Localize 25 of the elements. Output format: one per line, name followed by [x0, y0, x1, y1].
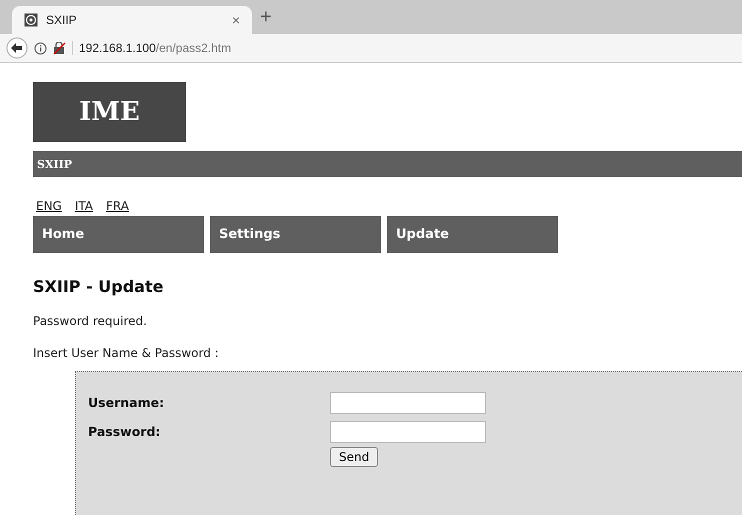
field-label: Username:	[88, 395, 166, 410]
info-icon[interactable]	[34, 42, 47, 54]
url-text[interactable]: 192.168.1.100/en/pass2.htm	[72, 41, 232, 55]
nav-menu-item[interactable]: Home	[33, 216, 204, 253]
input-field[interactable]	[330, 392, 486, 414]
message-text: Insert User Name & Password :	[33, 346, 220, 360]
nav-menu-item[interactable]: Update	[387, 216, 558, 253]
site-icon	[24, 13, 38, 27]
language-link[interactable]: ITA	[74, 199, 94, 213]
field-label: Password:	[88, 424, 162, 439]
language-link[interactable]: ENG	[36, 199, 62, 213]
close-icon[interactable]: ×	[232, 12, 240, 28]
logo: IME	[33, 82, 186, 142]
insecure-lock-icon[interactable]	[53, 42, 66, 54]
message-text: Password required.	[33, 314, 148, 328]
send-button[interactable]: Send	[330, 447, 378, 467]
back-icon[interactable]	[6, 37, 28, 59]
language-link[interactable]: FRA	[106, 199, 129, 213]
nav-menu-item[interactable]: Settings	[210, 216, 381, 253]
product-banner: SXIIP	[33, 151, 742, 177]
page-heading: SXIIP - Update	[33, 277, 164, 296]
new-tab-button[interactable]: +	[260, 6, 272, 28]
input-field[interactable]	[330, 420, 486, 442]
tab-title: SXIIP	[46, 13, 78, 27]
browser-tab[interactable]: SXIIP ×	[12, 6, 252, 34]
